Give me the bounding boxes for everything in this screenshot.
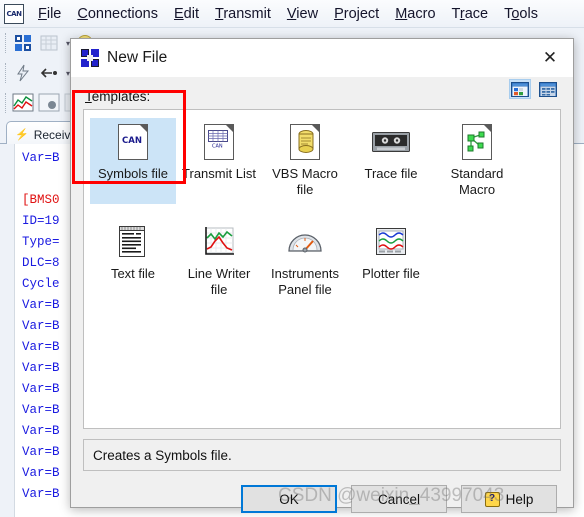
template-label: Line Writer file (187, 266, 251, 297)
editor-gutter (0, 144, 15, 517)
cassette-tape-icon (371, 122, 411, 162)
menu-item-connections[interactable]: Connections (69, 3, 166, 25)
template-label: Standard Macro (450, 166, 504, 197)
close-icon[interactable]: ✕ (527, 39, 573, 77)
lightning-icon[interactable] (11, 61, 35, 85)
connections-icon[interactable] (11, 31, 35, 55)
template-item-line-writer-file[interactable]: Line Writer file (176, 218, 262, 304)
screen: CAN File Connections Edit Transmit View … (0, 0, 584, 517)
template-item-vbs-macro-file[interactable]: VBS Macro file (262, 118, 348, 204)
question-mark-icon: ? (484, 491, 500, 507)
details-view-button[interactable] (537, 79, 559, 99)
ok-button[interactable]: OK (241, 485, 337, 513)
waveform-plot-icon (371, 222, 411, 262)
svg-text:CAN: CAN (212, 144, 223, 150)
menu-item-trace[interactable]: Trace (444, 3, 497, 25)
node-graph-document-icon (457, 122, 497, 162)
menu-item-file[interactable]: File (30, 3, 69, 25)
new-file-icon (81, 49, 99, 67)
template-item-symbols-file[interactable]: CAN Symbols file (90, 118, 176, 204)
dialog-body: Templates: CAN Symbols file CAN Transmit… (71, 77, 573, 471)
table-document-icon: CAN (199, 122, 239, 162)
toolbar-separator (5, 93, 8, 113)
template-item-standard-macro[interactable]: Standard Macro (434, 118, 520, 204)
cancel-button[interactable]: Cancel (351, 485, 447, 513)
templates-panel[interactable]: CAN Symbols file CAN Transmit List VBS M… (83, 109, 561, 429)
dialog-title: New File (107, 49, 168, 66)
menu-item-macro[interactable]: Macro (387, 3, 443, 25)
status-description: Creates a Symbols file. (83, 439, 561, 471)
help-button-label: Help (505, 491, 534, 507)
template-label: Trace file (364, 166, 418, 181)
scroll-document-icon (285, 122, 325, 162)
text-document-icon (113, 222, 153, 262)
large-icons-view-button[interactable] (509, 79, 531, 99)
gauge-icon (285, 222, 325, 262)
template-label: VBS Macro file (272, 166, 338, 197)
line-chart-icon (199, 222, 239, 262)
editor-code: Var=B [BMS0 ID=19 Type= DLC=8 Cycle Var=… (22, 151, 60, 501)
grid-icon[interactable] (37, 31, 61, 55)
menu-item-edit[interactable]: Edit (166, 3, 207, 25)
toolbar-separator (5, 63, 8, 83)
template-item-plotter-file[interactable]: Plotter file (348, 218, 434, 304)
can-document-icon: CAN (113, 122, 153, 162)
toolbar-separator (5, 33, 8, 53)
templates-grid: CAN Symbols file CAN Transmit List VBS M… (90, 118, 554, 318)
cancel-button-label: Cancel (377, 491, 421, 507)
template-label: Symbols file (90, 166, 176, 182)
template-label: Transmit List (182, 166, 256, 181)
receive-icon: ⚡ (15, 129, 29, 141)
menu-bar: CAN File Connections Edit Transmit View … (0, 0, 584, 28)
menu-item-project[interactable]: Project (326, 3, 387, 25)
help-button[interactable]: ? Help (461, 485, 557, 513)
new-file-dialog: New File ✕ Templates: CAN Symbols file C… (70, 38, 574, 513)
plot-pause-icon[interactable] (37, 91, 61, 115)
dialog-title-bar[interactable]: New File ✕ (71, 39, 573, 77)
template-item-transmit-list[interactable]: CAN Transmit List (176, 118, 262, 204)
ok-button-label: OK (279, 491, 299, 507)
view-toggle-group (509, 79, 559, 99)
send-left-icon[interactable] (37, 61, 61, 85)
template-item-trace-file[interactable]: Trace file (348, 118, 434, 204)
dialog-footer: OK Cancel ? Help (71, 471, 573, 517)
templates-label: Templates: (85, 89, 151, 104)
template-item-instruments-panel-file[interactable]: Instruments Panel file (262, 218, 348, 304)
template-item-text-file[interactable]: Text file (90, 218, 176, 304)
menu-item-transmit[interactable]: Transmit (207, 3, 279, 25)
template-label: Plotter file (362, 266, 420, 281)
line-chart-icon[interactable] (11, 91, 35, 115)
app-logo-icon: CAN (4, 3, 24, 24)
menu-item-tools[interactable]: Tools (496, 3, 546, 25)
template-label: Instruments Panel file (271, 266, 339, 297)
template-label: Text file (110, 266, 156, 281)
menu-item-view[interactable]: View (279, 3, 326, 25)
